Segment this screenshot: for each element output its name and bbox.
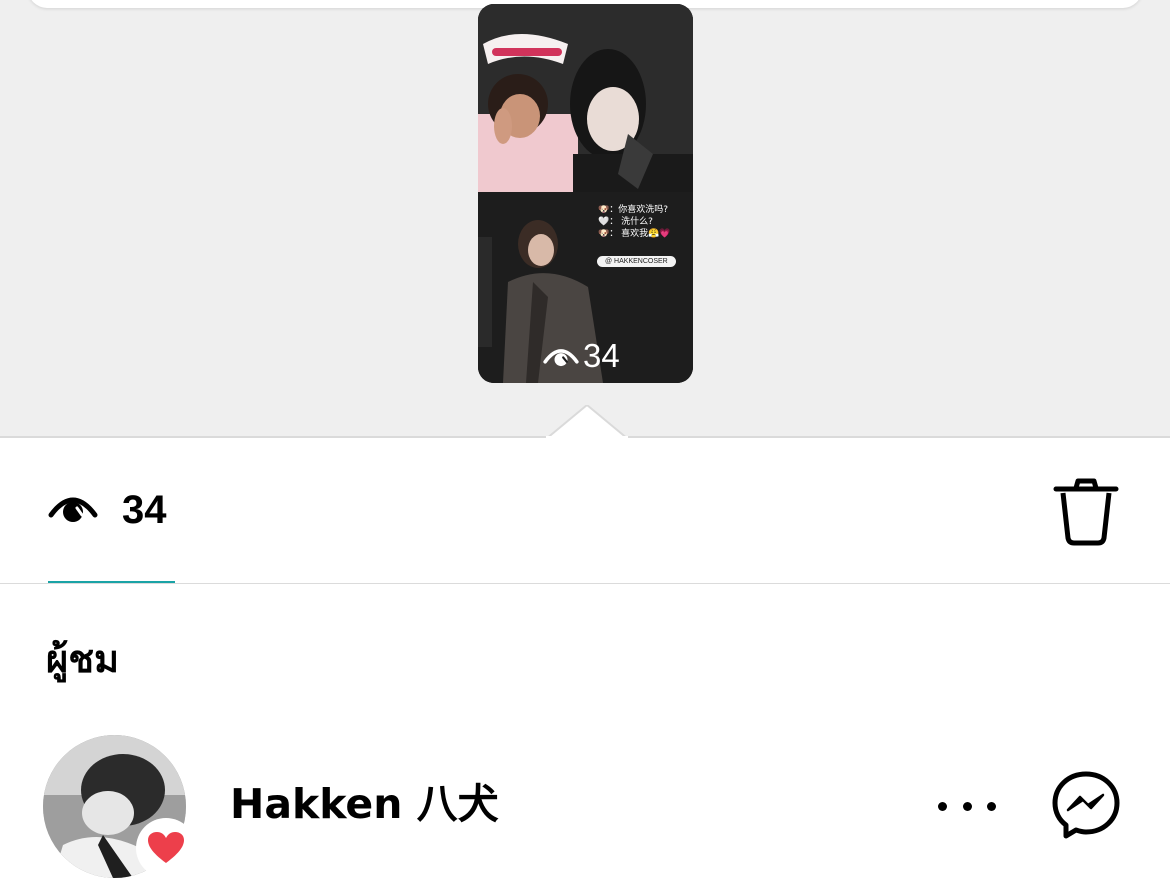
heart-icon	[148, 832, 184, 863]
views-count[interactable]: 34	[122, 486, 167, 534]
story-thumbnail[interactable]: 🐶：你喜欢洗吗? 🤍： 洗什么? 🐶： 喜欢我😤💗 @ HAKKENCOSER …	[478, 4, 693, 383]
story-preview-area: 🐶：你喜欢洗吗? 🤍： 洗什么? 🐶： 喜欢我😤💗 @ HAKKENCOSER …	[0, 0, 1170, 438]
story-mention-sticker[interactable]: @ HAKKENCOSER	[597, 256, 676, 267]
more-options-button[interactable]	[938, 792, 996, 820]
eye-icon	[48, 497, 98, 522]
viewer-name[interactable]: Hakken 八犬	[230, 777, 499, 831]
story-photo-top	[478, 4, 693, 192]
story-stats-row: 34	[0, 438, 1170, 583]
story-caption-line: 🐶： 喜欢我😤💗	[598, 229, 671, 239]
viewers-section-title: ผู้ชม	[46, 637, 120, 681]
story-photo-top-image	[478, 4, 693, 192]
pointer-caret	[546, 405, 628, 439]
dot	[962, 801, 972, 811]
story-views-count: 34	[583, 337, 620, 374]
trash-icon[interactable]	[1053, 478, 1119, 546]
dot	[938, 801, 947, 811]
dot	[987, 801, 996, 811]
divider	[0, 583, 1170, 584]
messenger-icon[interactable]	[1052, 771, 1120, 839]
eye-icon	[543, 349, 579, 367]
story-views-overlay: 34	[543, 336, 620, 376]
reaction-badge	[136, 818, 196, 878]
